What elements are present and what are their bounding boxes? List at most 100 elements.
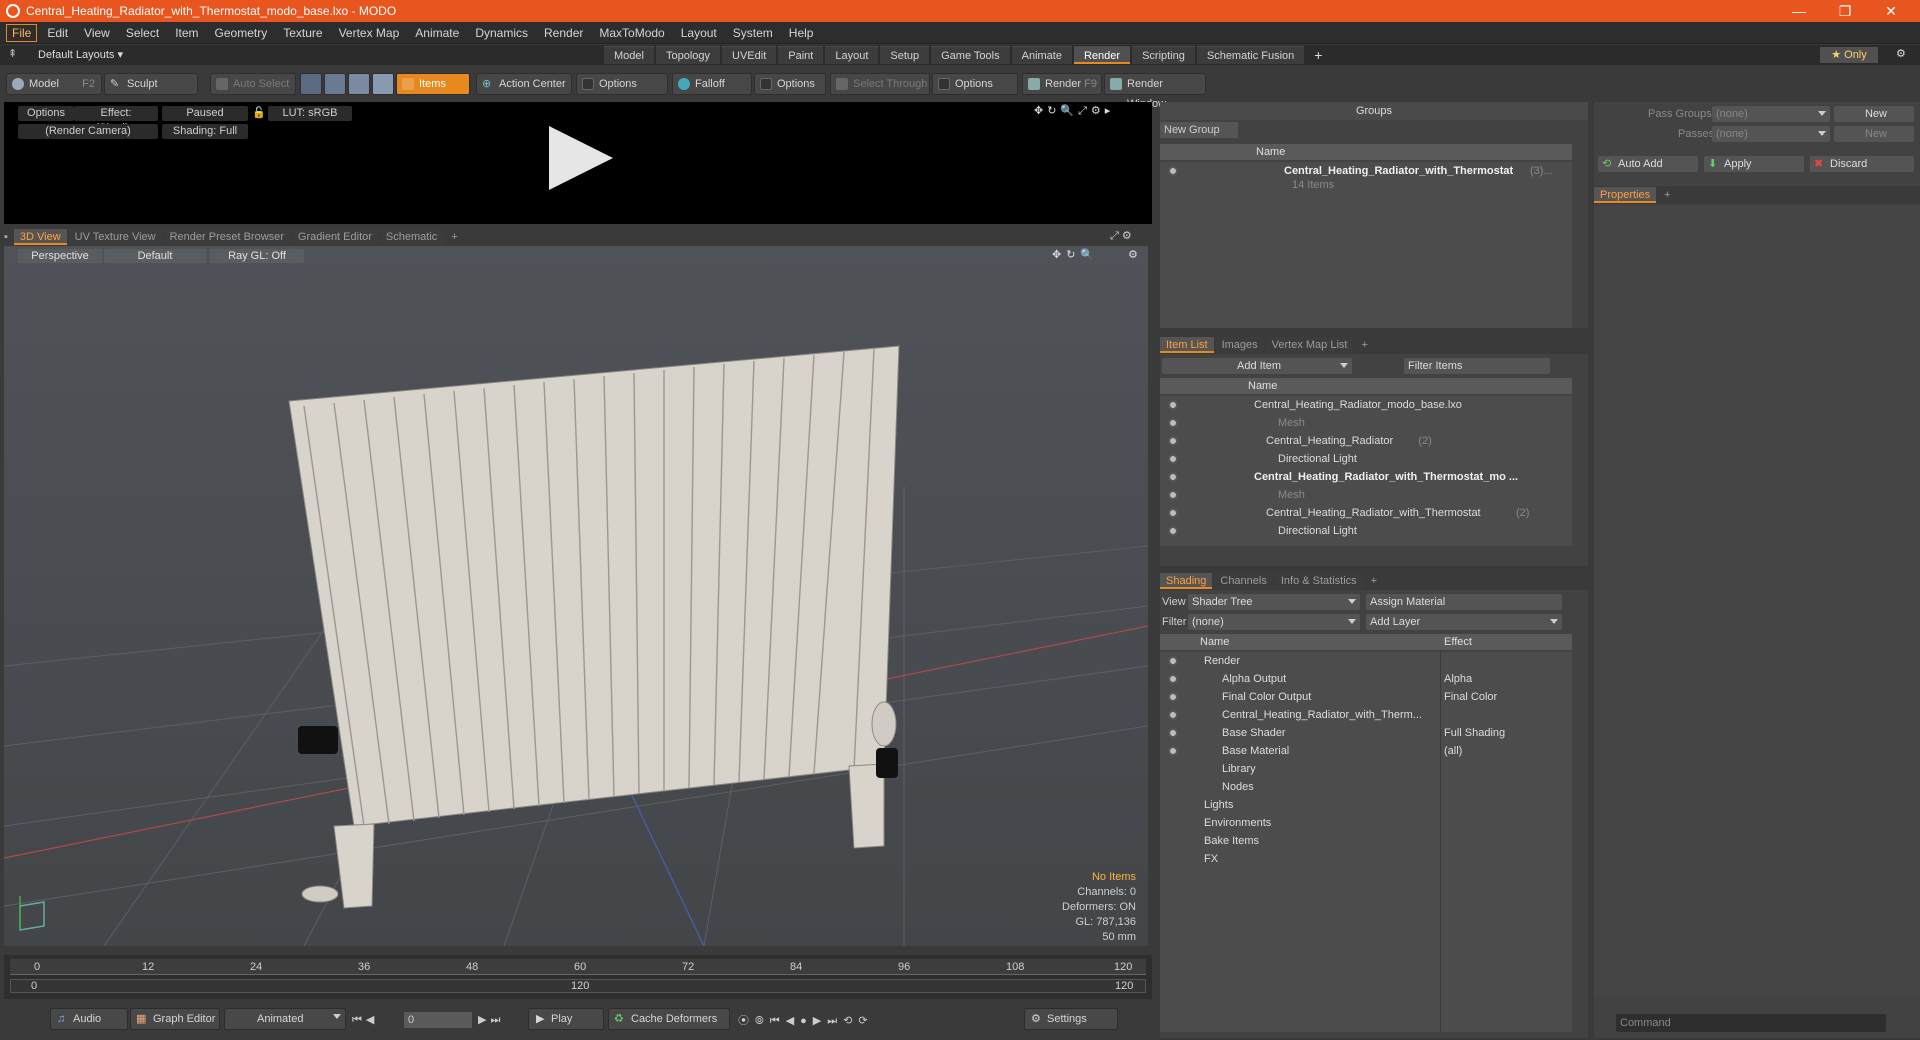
menu-view[interactable]: View [76,22,118,44]
menu-edit[interactable]: Edit [39,22,76,44]
visibility-eye-icon[interactable] [1168,490,1178,500]
visibility-eye-icon[interactable] [1168,508,1178,518]
auto-select-button[interactable]: Auto Select [210,73,296,95]
only-toggle[interactable]: ★ Only [1820,47,1878,63]
shader-row[interactable]: Render [1160,652,1572,670]
new-pass-button[interactable]: New [1834,126,1914,142]
add-layer-dropdown[interactable]: Add Layer [1366,614,1562,630]
3d-viewport[interactable]: Perspective Default Ray GL: Off ✥↻🔍 ⚙ No… [4,246,1148,946]
shader-row[interactable]: Lights [1160,796,1572,814]
new-pass-group-button[interactable]: New [1834,106,1914,122]
shader-row[interactable]: Nodes [1160,778,1572,796]
select-through-button[interactable]: Select Through [830,73,930,95]
lut-dropdown[interactable]: LUT: sRGB [268,106,352,121]
menu-dynamics[interactable]: Dynamics [467,22,536,44]
maximize-button[interactable]: ❐ [1822,0,1868,22]
visibility-eye-icon[interactable] [1168,400,1178,410]
effect-dropdown[interactable]: Effect: (Shadi... [74,106,158,134]
menu-item[interactable]: Item [167,22,206,44]
tab-properties[interactable]: Properties [1594,187,1657,203]
discard-button[interactable]: ✖ Discard [1810,156,1914,172]
tab-item-list[interactable]: Item List [1160,337,1214,353]
vertex-mode-icon[interactable] [300,73,322,95]
menu-layout[interactable]: Layout [673,22,725,44]
item-row[interactable]: Directional Light [1160,450,1572,468]
tab-3d-view[interactable]: 3D View [13,229,67,245]
action-center-button[interactable]: ⊕ Action Center [476,73,572,95]
tab-topology[interactable]: Topology [655,46,721,64]
shader-row[interactable]: Final Color Output Final Color [1160,688,1572,706]
item-row[interactable]: Mesh [1160,414,1572,432]
visibility-eye-icon[interactable] [1168,454,1178,464]
menu-texture[interactable]: Texture [275,22,330,44]
transport-back-controls[interactable]: ⏮◀ [352,1013,378,1027]
visibility-eye-icon[interactable] [1168,656,1178,666]
viewport-expand-icon[interactable]: ⤢ ⚙ [1110,229,1132,243]
visibility-eye-icon[interactable] [1168,472,1178,482]
menu-select[interactable]: Select [118,22,167,44]
timeline-range-bar[interactable]: 0 120 120 [10,979,1146,993]
items-mode-button[interactable]: Items [396,73,470,95]
filter-dropdown[interactable]: (none) [1188,614,1360,630]
tab-info-statistics[interactable]: Info & Statistics [1274,573,1363,589]
polygon-mode-icon[interactable] [348,73,370,95]
shader-effect[interactable]: (all) [1444,742,1462,760]
play-icon[interactable] [549,126,613,190]
menu-animate[interactable]: Animate [407,22,467,44]
menu-geometry[interactable]: Geometry [207,22,276,44]
action-center-options-button[interactable]: Options [576,73,668,95]
tab-shading[interactable]: Shading [1160,573,1213,589]
shader-row[interactable]: Library [1160,760,1572,778]
add-item-dropdown[interactable]: Add Item [1162,358,1352,374]
add-shading-tab[interactable]: + [1365,573,1383,589]
render-button[interactable]: Render F9 [1022,73,1102,95]
auto-add-button[interactable]: ⟲ Auto Add [1598,156,1698,172]
shader-row[interactable]: FX [1160,850,1572,868]
passes-dropdown[interactable]: (none) [1712,126,1830,142]
visibility-eye-icon[interactable] [1168,436,1178,446]
paused-toggle[interactable]: Paused [162,106,248,121]
add-item-list-tab[interactable]: + [1355,337,1373,353]
tab-vertex-map-list[interactable]: Vertex Map List [1265,337,1354,353]
tab-setup[interactable]: Setup [880,46,930,64]
menu-file[interactable]: File [6,23,38,42]
edge-mode-icon[interactable] [324,73,346,95]
model-mode-button[interactable]: Model F2 [6,73,102,95]
add-layout-tab-button[interactable]: + [1314,47,1322,63]
lock-icon[interactable]: 🔓 [252,106,266,119]
tab-animate[interactable]: Animate [1011,46,1072,64]
visibility-eye-icon[interactable] [1168,692,1178,702]
tab-game-tools[interactable]: Game Tools [931,46,1010,64]
tab-schematic[interactable]: Schematic [379,229,444,245]
shader-row[interactable]: Bake Items [1160,832,1572,850]
menu-maxtomodo[interactable]: MaxToModo [591,22,672,44]
shader-row[interactable]: Alpha Output Alpha [1160,670,1572,688]
close-button[interactable]: ✕ [1868,0,1914,22]
render-view-controls[interactable]: ✥↻🔍⤢⚙▸ [1034,104,1114,118]
shader-effect[interactable]: Final Color [1444,688,1497,706]
visibility-eye-icon[interactable] [1168,526,1178,536]
layout-collapse-icon[interactable]: ⇞ [8,47,17,60]
pass-groups-dropdown[interactable]: (none) [1712,106,1830,122]
timeline[interactable]: 0 12 24 36 48 60 72 84 96 108 120 0 120 … [4,955,1152,999]
frame-input[interactable]: 0 [404,1012,472,1028]
visibility-eye-icon[interactable] [1168,418,1178,428]
menu-render[interactable]: Render [536,22,591,44]
command-input[interactable]: Command [1616,1014,1886,1032]
assign-material-button[interactable]: Assign Material [1366,594,1562,610]
shading-dropdown[interactable]: Shading: Full [162,124,248,139]
item-row[interactable]: Central_Heating_Radiator_with_Thermostat… [1160,468,1572,486]
visibility-eye-icon[interactable] [1168,728,1178,738]
graph-editor-button[interactable]: ▦ Graph Editor [130,1008,220,1030]
tab-channels[interactable]: Channels [1214,573,1273,589]
tab-layout[interactable]: Layout [825,46,879,64]
menu-vertex-map[interactable]: Vertex Map [331,22,408,44]
tab-scripting[interactable]: Scripting [1132,46,1195,64]
filter-items-input[interactable]: Filter Items [1404,358,1550,374]
select-options-button[interactable]: Options [932,73,1018,95]
tab-render[interactable]: Render [1073,46,1131,64]
cache-deformers-button[interactable]: ♻ Cache Deformers [608,1008,730,1030]
apply-button[interactable]: ⬇ Apply [1704,156,1804,172]
visibility-eye-icon[interactable] [1168,746,1178,756]
settings-button[interactable]: ⚙ Settings [1024,1008,1118,1030]
